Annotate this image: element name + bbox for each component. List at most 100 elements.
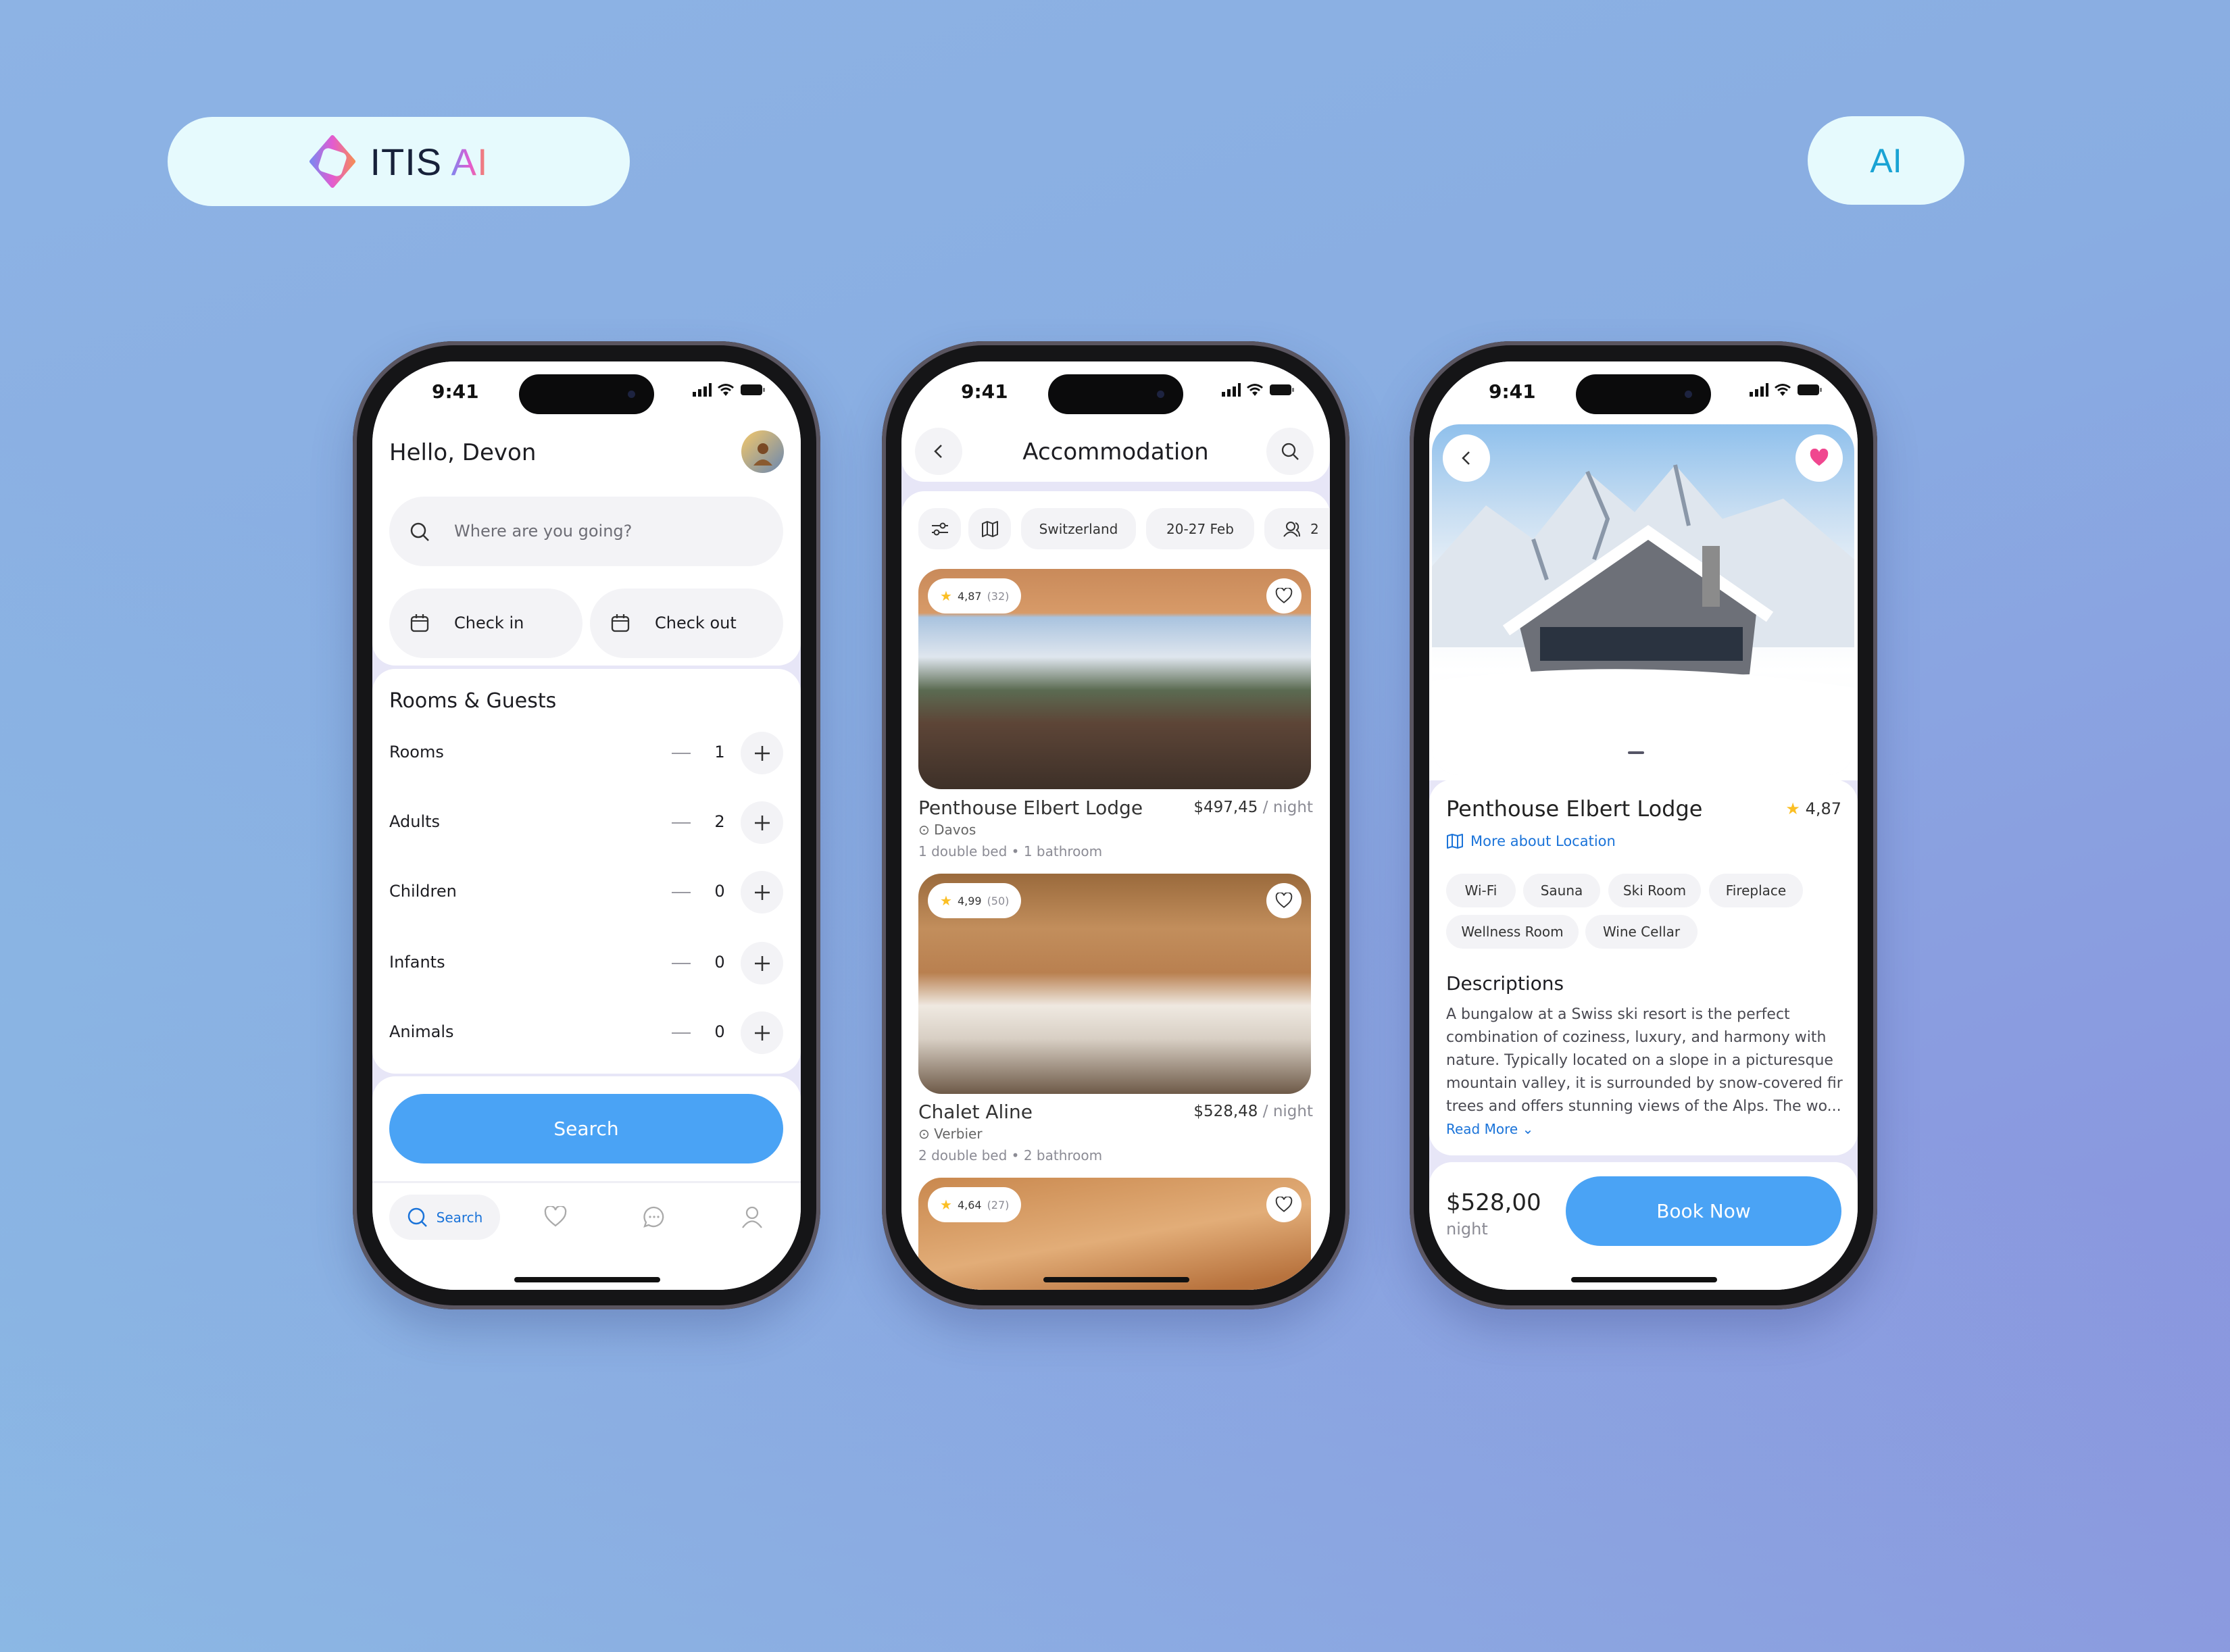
- status-icons: [693, 383, 766, 397]
- status-icons: [1750, 383, 1823, 397]
- row-count: 0: [714, 1022, 725, 1041]
- ai-badge: AI: [1808, 116, 1964, 205]
- users-icon: [1283, 521, 1300, 537]
- star-icon: ★: [940, 1197, 952, 1213]
- battery-icon: [741, 384, 765, 395]
- check-in-field[interactable]: Check in: [389, 589, 583, 658]
- decrement-button[interactable]: [672, 892, 691, 893]
- wifi-icon: [718, 384, 734, 396]
- wifi-icon: [1247, 384, 1263, 396]
- increment-button[interactable]: [741, 1011, 783, 1054]
- heart-icon: [1275, 588, 1293, 603]
- home-indicator: [1043, 1277, 1189, 1282]
- check-out-field[interactable]: Check out: [590, 589, 783, 658]
- chevron-down-icon: ⌄: [1522, 1121, 1534, 1137]
- status-time: 9:41: [1489, 380, 1536, 403]
- decrement-button[interactable]: [672, 963, 691, 964]
- price-unit: night: [1446, 1220, 1488, 1238]
- increment-button[interactable]: [741, 871, 783, 913]
- favorite-button[interactable]: [1266, 883, 1302, 918]
- listing-location: ⊙ Verbier: [918, 1126, 983, 1142]
- nav-search-label: Search: [436, 1209, 483, 1226]
- decrement-button[interactable]: [672, 753, 691, 754]
- descriptions-title: Descriptions: [1446, 972, 1564, 995]
- pin-icon: ⊙: [918, 1126, 930, 1142]
- back-button[interactable]: [1443, 434, 1490, 482]
- detail-screen: 9:41 Penthouse Elbert Lodge ★ 4,87 More …: [1429, 361, 1858, 1290]
- search-button[interactable]: [1266, 428, 1314, 475]
- search-icon: [407, 1207, 427, 1227]
- nav-favorites-heart-icon[interactable]: [544, 1206, 567, 1228]
- star-icon: ★: [940, 893, 952, 909]
- row-label: Children: [389, 882, 457, 901]
- book-now-button[interactable]: Book Now: [1566, 1176, 1841, 1246]
- listing-photo[interactable]: ★ 4,99 (50): [918, 874, 1311, 1094]
- read-more-link[interactable]: Read More ⌄: [1446, 1121, 1533, 1137]
- search-screen: 9:41 Hello, Devon Where are you going? C…: [372, 361, 801, 1290]
- map-icon: [981, 520, 998, 537]
- avatar-figure-icon: [753, 443, 772, 466]
- increment-button[interactable]: [741, 801, 783, 844]
- favorite-button[interactable]: [1266, 1187, 1302, 1222]
- status-time: 9:41: [432, 380, 479, 403]
- nav-messages-chat-icon[interactable]: [643, 1205, 666, 1228]
- rooms-guests-card: Rooms & Guests: [372, 669, 801, 1074]
- decrement-button[interactable]: [672, 1032, 691, 1034]
- listing-name[interactable]: Chalet Aline: [918, 1101, 1033, 1123]
- review-count: (50): [987, 894, 1010, 907]
- increment-button[interactable]: [741, 942, 783, 984]
- phone-list: 9:41 Accommodation Switzerland 20-27 Feb…: [882, 341, 1349, 1309]
- nav-search-tab[interactable]: Search: [389, 1195, 500, 1240]
- description-text: A bungalow at a Swiss ski resort is the …: [1446, 1006, 1843, 1115]
- battery-icon: [1798, 384, 1822, 395]
- favorite-button[interactable]: [1795, 434, 1843, 482]
- listing-name[interactable]: Penthouse Elbert Lodge: [918, 797, 1143, 819]
- amenity-chip: Wine Cellar: [1585, 915, 1698, 949]
- filters-button[interactable]: [918, 508, 961, 549]
- amenity-chip: Wi-Fi: [1446, 874, 1516, 907]
- signal-icon: [693, 383, 712, 397]
- favorite-button[interactable]: [1266, 578, 1302, 614]
- star-icon: ★: [1785, 799, 1800, 818]
- hero-photo[interactable]: [1432, 424, 1854, 775]
- dates-filter-chip[interactable]: 20-27 Feb: [1146, 508, 1254, 549]
- brand-badge: ITIS AI: [168, 117, 630, 206]
- listing-photo[interactable]: ★ 4,87 (32): [918, 569, 1311, 789]
- map-view-button[interactable]: [968, 508, 1011, 549]
- review-count: (27): [987, 1198, 1010, 1211]
- nav-profile-user-icon[interactable]: [741, 1205, 764, 1228]
- check-in-label: Check in: [454, 614, 524, 632]
- heart-filled-icon: [1810, 449, 1829, 466]
- row-label: Animals: [389, 1022, 454, 1041]
- nav-divider: [372, 1181, 801, 1183]
- avatar[interactable]: [741, 430, 784, 473]
- row-label: Infants: [389, 953, 445, 972]
- decrement-button[interactable]: [672, 822, 691, 824]
- home-indicator: [514, 1277, 660, 1282]
- row-count: 1: [714, 743, 725, 761]
- plus-icon: [754, 955, 770, 971]
- sliders-icon: [931, 522, 948, 535]
- location-filter-chip[interactable]: Switzerland: [1021, 508, 1136, 549]
- plus-icon: [754, 884, 770, 900]
- search-button[interactable]: Search: [389, 1094, 783, 1163]
- row-label: Adults: [389, 812, 441, 831]
- guests-count: 2: [1310, 520, 1319, 537]
- rating-value: 4,87: [957, 589, 982, 603]
- listing-photo[interactable]: ★ 4,64 (27): [918, 1178, 1311, 1290]
- star-icon: ★: [940, 588, 952, 604]
- heart-icon: [1275, 1197, 1293, 1212]
- increment-button[interactable]: [741, 732, 783, 774]
- calendar-icon: [611, 614, 630, 632]
- dynamic-island: [1576, 374, 1711, 414]
- rating-badge: ★ 4,99 (50): [928, 883, 1022, 918]
- guests-filter-chip[interactable]: 2: [1264, 508, 1330, 549]
- signal-icon: [1750, 383, 1768, 397]
- amenity-chip: Ski Room: [1608, 874, 1701, 907]
- rooms-guests-title: Rooms & Guests: [389, 689, 557, 713]
- rating-value: 4,99: [957, 894, 982, 907]
- destination-search-input[interactable]: Where are you going?: [389, 497, 783, 566]
- location-link[interactable]: More about Location: [1446, 833, 1616, 849]
- plus-icon: [754, 815, 770, 830]
- listing-details: 2 double bed • 2 bathroom: [918, 1147, 1103, 1163]
